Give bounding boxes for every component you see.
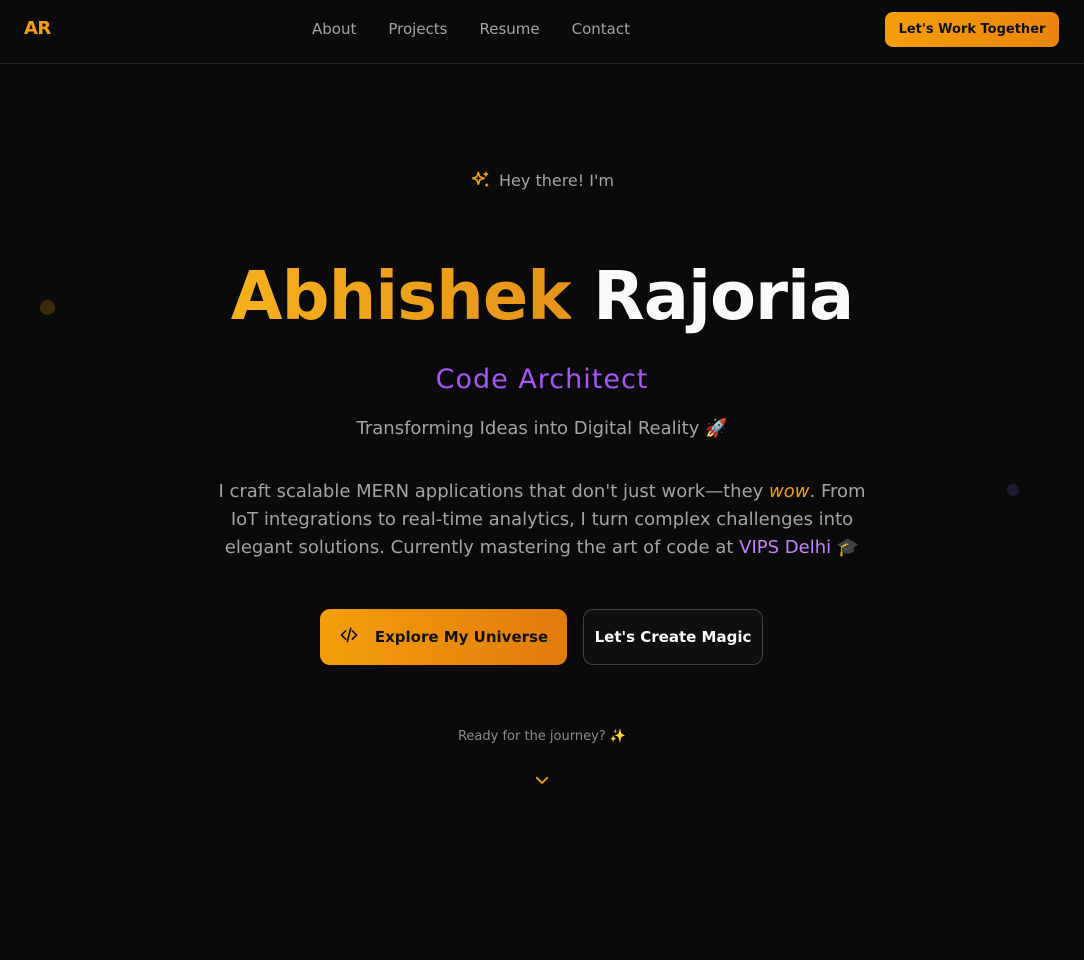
scroll-hint: Ready for the journey? ✨: [457, 729, 627, 744]
sparkles-icon: [470, 170, 490, 190]
navbar: AR About Projects Resume Contact Let's W…: [0, 0, 1084, 64]
nav-link-contact[interactable]: Contact: [556, 18, 646, 40]
explore-universe-label: Explore My Universe: [374, 628, 549, 646]
greeting: Hey there! I'm: [0, 170, 1084, 190]
bio-emphasis: wow: [769, 481, 810, 502]
nav-links: About Projects Resume Contact: [296, 18, 646, 40]
role-title: Code Architect: [435, 364, 649, 395]
greeting-text: Hey there! I'm: [499, 170, 614, 190]
nav-link-about[interactable]: About: [296, 18, 372, 40]
work-together-button[interactable]: Let's Work Together: [885, 12, 1059, 47]
code-icon: [339, 625, 359, 649]
first-name: Abhishek: [230, 257, 572, 335]
tagline: Transforming Ideas into Digital Reality …: [356, 418, 728, 439]
bio-text: I craft scalable MERN applications that …: [218, 481, 770, 502]
bio-text: 🎓: [831, 537, 860, 558]
create-magic-button[interactable]: Let's Create Magic: [583, 609, 763, 665]
chevron-down-icon[interactable]: [533, 771, 551, 789]
nav-link-resume[interactable]: Resume: [464, 18, 556, 40]
bio: I craft scalable MERN applications that …: [212, 478, 872, 562]
logo[interactable]: AR: [24, 18, 51, 39]
hero-name: Abhishek Rajoria: [0, 256, 1084, 336]
bio-school: VIPS Delhi: [739, 537, 832, 558]
decorative-dot: [1007, 484, 1019, 496]
last-name: Rajoria: [593, 257, 854, 335]
explore-universe-button[interactable]: Explore My Universe: [320, 609, 567, 665]
nav-link-projects[interactable]: Projects: [372, 18, 463, 40]
